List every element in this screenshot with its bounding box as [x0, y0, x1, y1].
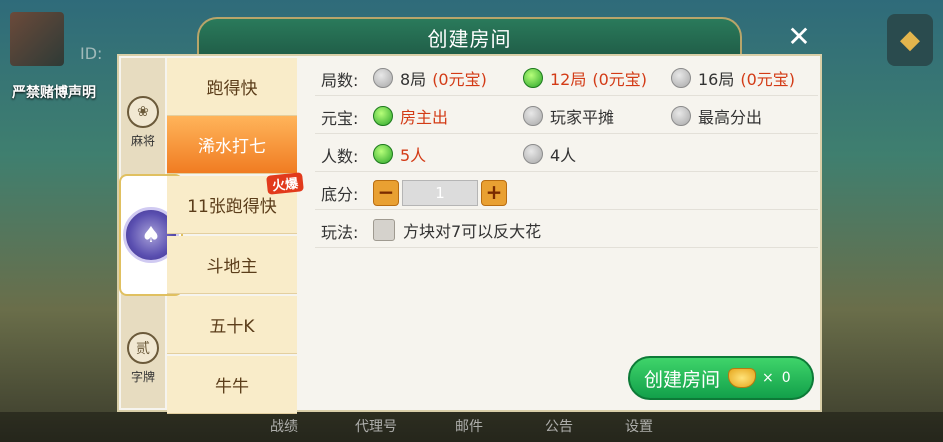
minus-button[interactable]: − — [373, 180, 399, 206]
gold-ingot-icon — [728, 368, 757, 388]
close-icon[interactable]: ✕ — [784, 22, 814, 52]
game-list: 跑得快 浠水打七 11张跑得快 火爆 斗地主 五十K 牛牛 — [167, 58, 304, 414]
majiang-emblem-icon: ❀ — [127, 96, 159, 128]
nav-item-notice[interactable]: 公告 — [545, 416, 573, 436]
rounds-option-16[interactable]: 16局 (0元宝) — [671, 66, 795, 90]
players-option-4[interactable]: 4人 — [523, 142, 576, 166]
ingot-option-split[interactable]: 玩家平摊 — [523, 104, 614, 128]
radio-icon — [373, 68, 393, 88]
game-item-doudizhu[interactable]: 斗地主 — [167, 236, 297, 294]
nav-item-settings[interactable]: 设置 — [625, 416, 653, 436]
ingot-option-highest[interactable]: 最高分出 — [671, 104, 762, 128]
create-room-button[interactable]: 创建房间 × 0 — [628, 356, 814, 400]
category-majiang[interactable]: ❀ 麻将 — [121, 96, 165, 149]
dialog-header: 创建房间 — [197, 17, 742, 59]
radio-icon — [523, 106, 543, 126]
dialog-title: 创建房间 — [427, 27, 512, 51]
rules-label: 玩法: — [321, 223, 359, 242]
base-score-value: 1 — [402, 180, 478, 206]
base-score-label: 底分: — [321, 185, 359, 204]
category-label: 字牌 — [130, 370, 155, 384]
radio-icon — [671, 68, 691, 88]
checkbox-icon — [373, 219, 395, 241]
plus-button[interactable]: + — [481, 180, 507, 206]
ingot-row: 元宝: 房主出 玩家平摊 最高分出 — [315, 96, 818, 134]
radio-icon — [523, 144, 543, 164]
bottom-nav: 战绩 代理号 邮件 公告 设置 — [0, 412, 943, 442]
player-id-label: ID: — [80, 44, 103, 63]
nav-item-mail[interactable]: 邮件 — [455, 416, 483, 436]
rule-checkbox-diamond-seven[interactable]: 方块对7可以反大花 — [373, 218, 541, 242]
options-panel: 局数: 8局 (0元宝) 12局 (0元宝) 16局 (0元宝) 元宝: 房主出… — [315, 58, 818, 408]
dialog-body: ❀ 麻将 贰 字牌 ♠ 跑得快 浠水打七 11张跑得快 火爆 斗地主 五十K 牛… — [117, 54, 822, 414]
create-room-label: 创建房间 — [644, 368, 721, 391]
players-row: 人数: 5人 4人 — [315, 134, 818, 172]
anti-gambling-notice: 严禁赌博声明 — [12, 85, 96, 101]
rounds-option-8[interactable]: 8局 (0元宝) — [373, 66, 487, 90]
players-option-5[interactable]: 5人 — [373, 142, 426, 166]
rounds-label: 局数: — [321, 71, 359, 90]
game-item-xishui-daqi[interactable]: 浠水打七 — [167, 116, 297, 174]
game-item-paodekuai[interactable]: 跑得快 — [167, 58, 297, 116]
nav-item-records[interactable]: 战绩 — [270, 416, 298, 436]
category-zipai[interactable]: 贰 字牌 — [121, 332, 165, 385]
ingot-label: 元宝: — [321, 109, 359, 128]
radio-selected-icon — [373, 144, 393, 164]
ingot-cost-count: 0 — [781, 370, 791, 386]
ingot-option-owner[interactable]: 房主出 — [373, 104, 448, 128]
game-item-niuniu[interactable]: 牛牛 — [167, 356, 297, 414]
hot-badge: 火爆 — [266, 172, 304, 195]
create-room-dialog: 创建房间 ✕ ❀ 麻将 贰 字牌 ♠ 跑得快 浠水打七 11张跑得快 火爆 斗地… — [117, 17, 822, 414]
base-score-stepper: − 1 + — [373, 180, 507, 206]
rounds-option-12[interactable]: 12局 (0元宝) — [523, 66, 647, 90]
zipai-emblem-icon: 贰 — [127, 332, 159, 364]
rules-row: 玩法: 方块对7可以反大花 — [315, 210, 818, 248]
nav-item-agent[interactable]: 代理号 — [355, 416, 397, 436]
radio-selected-icon — [373, 106, 393, 126]
player-avatar[interactable] — [10, 12, 64, 66]
radio-icon — [671, 106, 691, 126]
rounds-row: 局数: 8局 (0元宝) 12局 (0元宝) 16局 (0元宝) — [315, 58, 818, 96]
game-item-wushik[interactable]: 五十K — [167, 296, 297, 354]
base-score-row: 底分: − 1 + — [315, 172, 818, 210]
corner-menu-icon[interactable]: ◆ — [887, 14, 933, 66]
category-label: 麻将 — [130, 134, 155, 148]
game-item-11-paodekuai[interactable]: 11张跑得快 火爆 — [167, 172, 304, 234]
players-label: 人数: — [321, 147, 359, 166]
radio-selected-icon — [523, 68, 543, 88]
